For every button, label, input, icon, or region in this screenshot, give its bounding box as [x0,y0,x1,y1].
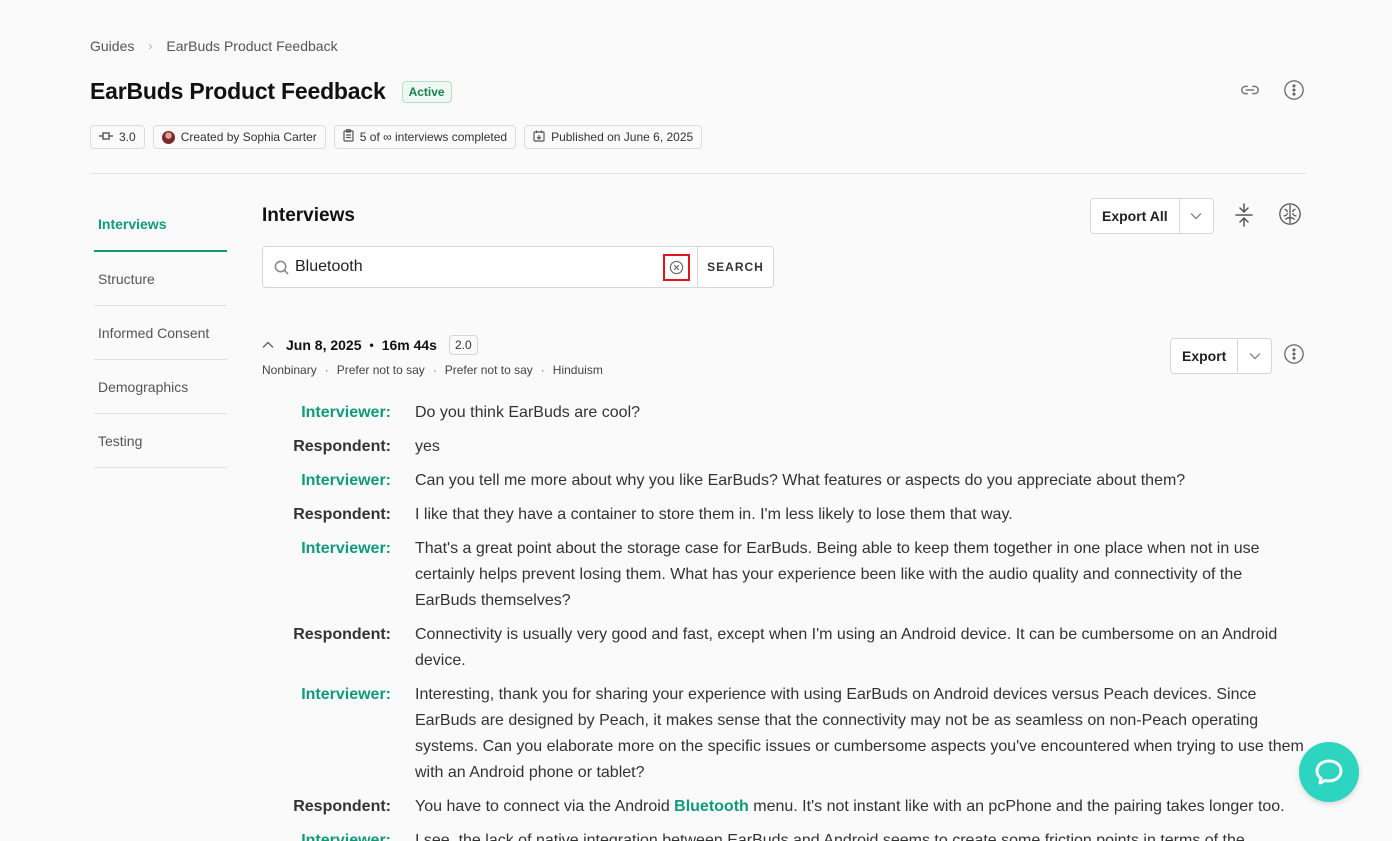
breadcrumb-guides-link[interactable]: Guides [90,38,134,54]
header-divider [90,173,1306,174]
calendar-icon [533,130,545,145]
chevron-down-icon [1190,213,1202,220]
separator-dot: • [369,338,374,352]
clear-search-icon[interactable] [663,253,690,281]
nav-item-informed-consent[interactable]: Informed Consent [94,306,227,360]
title-row: EarBuds Product Feedback Active [90,78,452,105]
chevron-up-icon[interactable] [262,341,276,349]
version-icon [99,130,113,144]
transcript-turn: Respondent: Connectivity is usually very… [293,626,1278,669]
breadcrumb-current: EarBuds Product Feedback [166,38,338,54]
nav-item-demographics[interactable]: Demographics [94,360,227,414]
nav-item-structure[interactable]: Structure [94,252,227,306]
link-icon[interactable] [1238,78,1262,102]
export-dropdown[interactable] [1237,339,1271,373]
interview-header: Jun 8, 2025 • 16m 44s 2.0 Nonbinary · Pr… [262,335,603,377]
interview-more-icon[interactable] [1282,342,1306,366]
version-chip: 3.0 [90,125,145,149]
interview-duration: 16m 44s [381,337,437,353]
help-chat-button[interactable] [1299,742,1359,802]
status-badge: Active [401,80,452,103]
interview-version: 2.0 [448,335,478,355]
collapse-all-icon[interactable] [1232,203,1256,227]
transcript-turn: Interviewer: Do you think EarBuds are co… [301,404,641,421]
export-all-group: Export All [1090,198,1214,234]
search-box: SEARCH [262,246,774,288]
header-actions [1238,78,1306,102]
search-button[interactable]: SEARCH [697,247,773,287]
transcript-turn: Respondent: yes [293,438,440,455]
transcript-turn: Interviewer: Can you tell me more about … [301,472,1186,489]
export-all-button[interactable]: Export All [1091,199,1179,233]
chat-icon [1315,759,1343,785]
export-all-dropdown[interactable] [1178,199,1213,233]
creator-chip: Created by Sophia Carter [152,125,326,149]
interview-export-group: Export [1170,338,1273,374]
search-input[interactable] [295,247,663,287]
nav-item-testing[interactable]: Testing [94,414,227,468]
ai-brain-icon[interactable] [1278,202,1302,226]
transcript-turn: Interviewer: That's a great point about … [301,540,1260,609]
guide-meta: 3.0 Created by Sophia Carter 5 of ∞ inte… [90,125,703,149]
completion-chip: 5 of ∞ interviews completed [333,125,517,149]
more-options-icon[interactable] [1282,78,1306,102]
section-title: Interviews [262,205,355,226]
clipboard-icon [343,129,354,145]
nav-item-interviews[interactable]: Interviews [94,198,227,252]
interview-date: Jun 8, 2025 [286,337,362,353]
avatar [161,130,175,144]
breadcrumb: Guides › EarBuds Product Feedback [90,38,338,54]
page-title: EarBuds Product Feedback [90,78,386,104]
search-icon [263,260,295,275]
chevron-down-icon [1249,353,1261,360]
transcript-turn: Respondent: I like that they have a cont… [293,506,1013,523]
transcript-turn: Respondent: You have to connect via the … [293,798,1285,815]
chevron-right-icon: › [148,39,153,53]
search-highlight: Bluetooth [674,798,749,815]
transcript-turn: Interviewer: Interesting, thank you for … [301,686,1304,781]
side-nav: Interviews Structure Informed Consent De… [94,198,227,468]
export-button[interactable]: Export [1171,339,1237,373]
transcript-turn: Interviewer: I see, the lack of native i… [301,832,1245,841]
demographics-line: Nonbinary · Prefer not to say · Prefer n… [262,363,603,377]
published-chip: Published on June 6, 2025 [524,125,703,149]
transcript: Interviewer: Do you think EarBuds are co… [262,400,1306,841]
